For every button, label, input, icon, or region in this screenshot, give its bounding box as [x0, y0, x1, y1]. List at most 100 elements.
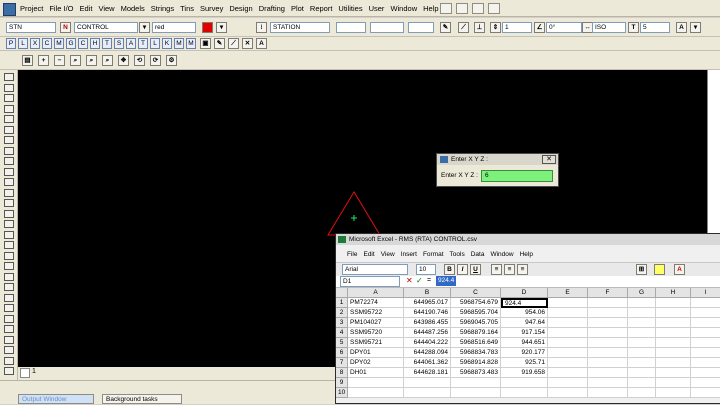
colour-swatch[interactable] [202, 22, 213, 33]
font-size-field[interactable]: 10 [416, 264, 436, 275]
align-left-icon[interactable]: ≡ [491, 264, 502, 275]
palette-tool-icon[interactable] [4, 178, 14, 186]
italic-button[interactable]: I [457, 264, 468, 275]
text-field[interactable] [408, 22, 434, 33]
measure-icon[interactable]: ⊥ [474, 22, 485, 33]
table-cell[interactable]: 644404.222 [404, 338, 451, 348]
formula-value[interactable]: 924.4 [436, 276, 457, 286]
row-header[interactable]: 1 [336, 298, 348, 308]
column-header[interactable]: D [501, 288, 548, 298]
string-type-button[interactable]: A [126, 38, 136, 49]
table-cell[interactable]: 644628.181 [404, 368, 451, 378]
table-cell[interactable] [548, 348, 588, 358]
table-cell[interactable]: PM104027 [348, 318, 404, 328]
draw-icon[interactable]: ⟋ [228, 38, 239, 49]
palette-tool-icon[interactable] [4, 230, 14, 239]
table-cell[interactable]: DPY02 [348, 358, 404, 368]
table-cell[interactable] [548, 318, 588, 328]
table-cell[interactable] [501, 388, 548, 398]
font-icon[interactable]: A [676, 22, 687, 33]
toolbar-icon[interactable] [456, 3, 468, 14]
table-cell[interactable]: 643986.455 [404, 318, 451, 328]
edit-icon[interactable]: ✎ [214, 38, 225, 49]
move-icon[interactable]: ✕ [242, 38, 253, 49]
excel-menu-item[interactable]: Tools [450, 250, 465, 260]
borders-icon[interactable]: ⊞ [636, 264, 647, 275]
excel-menu-item[interactable]: View [381, 250, 395, 260]
table-cell[interactable]: 925.71 [501, 358, 548, 368]
page-tab[interactable]: 1 [32, 368, 36, 375]
table-cell[interactable] [691, 328, 720, 338]
table-cell[interactable] [501, 378, 548, 388]
table-cell[interactable]: 644190.746 [404, 308, 451, 318]
pick-icon[interactable]: ▣ [200, 38, 211, 49]
palette-tool-icon[interactable] [4, 241, 14, 249]
excel-menu-item[interactable]: Window [490, 250, 513, 260]
palette-tool-icon[interactable] [4, 199, 14, 207]
excel-menu-item[interactable]: Data [471, 250, 485, 260]
string-type-button[interactable]: M [186, 38, 196, 49]
table-cell[interactable] [588, 368, 628, 378]
table-cell[interactable] [656, 338, 691, 348]
table-cell[interactable] [548, 388, 588, 398]
column-header[interactable]: B [404, 288, 451, 298]
string-type-button[interactable]: C [78, 38, 88, 49]
table-cell[interactable] [691, 308, 720, 318]
table-cell[interactable]: 5969045.705 [451, 318, 501, 328]
font-name-field[interactable]: Arial [342, 264, 408, 275]
palette-tool-icon[interactable] [4, 272, 14, 281]
width-field[interactable]: 1 [502, 22, 532, 33]
table-cell[interactable]: SSM95720 [348, 328, 404, 338]
enter-icon[interactable]: ✓ [416, 276, 423, 286]
menu-item[interactable]: View [98, 4, 114, 13]
table-cell[interactable]: 944.651 [501, 338, 548, 348]
menu-item[interactable]: Drafting [259, 4, 285, 13]
palette-tool-icon[interactable] [4, 325, 14, 333]
dialog-close-button[interactable]: ✕ [542, 155, 556, 164]
string-type-button[interactable]: C [42, 38, 52, 49]
toolbar-icon[interactable] [440, 3, 452, 14]
menu-item[interactable]: Design [229, 4, 252, 13]
table-cell[interactable] [548, 328, 588, 338]
size-icon[interactable]: T [628, 22, 639, 33]
column-header[interactable]: E [548, 288, 588, 298]
column-header[interactable]: G [628, 288, 656, 298]
menu-item[interactable]: File I/O [49, 4, 73, 13]
table-cell[interactable]: 920.177 [501, 348, 548, 358]
excel-menu-item[interactable]: Insert [401, 250, 417, 260]
table-cell[interactable] [691, 378, 720, 388]
output-window-tab[interactable]: Output Window [18, 394, 94, 404]
table-cell[interactable]: 644487.256 [404, 328, 451, 338]
table-cell[interactable]: 644061.362 [404, 358, 451, 368]
size-field[interactable]: 5 [640, 22, 670, 33]
table-cell[interactable] [691, 348, 720, 358]
excel-menu-item[interactable]: File [347, 250, 357, 260]
row-header[interactable]: 5 [336, 338, 348, 348]
table-cell[interactable] [588, 318, 628, 328]
palette-tool-icon[interactable] [4, 125, 14, 134]
palette-tool-icon[interactable] [4, 220, 14, 228]
string-type-field[interactable]: STN [6, 22, 56, 33]
style-button[interactable]: ⁝ [256, 22, 267, 33]
font-color-icon[interactable]: A [674, 264, 685, 275]
menu-item[interactable]: Utilities [338, 4, 362, 13]
table-cell[interactable] [628, 308, 656, 318]
palette-tool-icon[interactable] [4, 304, 14, 312]
table-cell[interactable] [451, 388, 501, 398]
string-type-button[interactable]: T [138, 38, 148, 49]
xyz-input[interactable]: 6 [481, 170, 553, 182]
table-cell[interactable] [628, 358, 656, 368]
zoom-out-icon[interactable]: − [54, 55, 65, 66]
menu-item[interactable]: Models [121, 4, 145, 13]
palette-tool-icon[interactable] [4, 136, 14, 144]
table-cell[interactable]: PM72274 [348, 298, 404, 308]
excel-menu-item[interactable]: Edit [363, 250, 374, 260]
line-style-field[interactable] [370, 22, 404, 33]
row-header[interactable]: 10 [336, 388, 348, 398]
toolbar-icon[interactable] [472, 3, 484, 14]
table-cell[interactable]: 5968595.704 [451, 308, 501, 318]
text-style-icon[interactable]: ✎ [440, 22, 451, 33]
string-type-button[interactable]: X [30, 38, 40, 49]
table-cell[interactable] [548, 308, 588, 318]
table-cell[interactable] [656, 368, 691, 378]
